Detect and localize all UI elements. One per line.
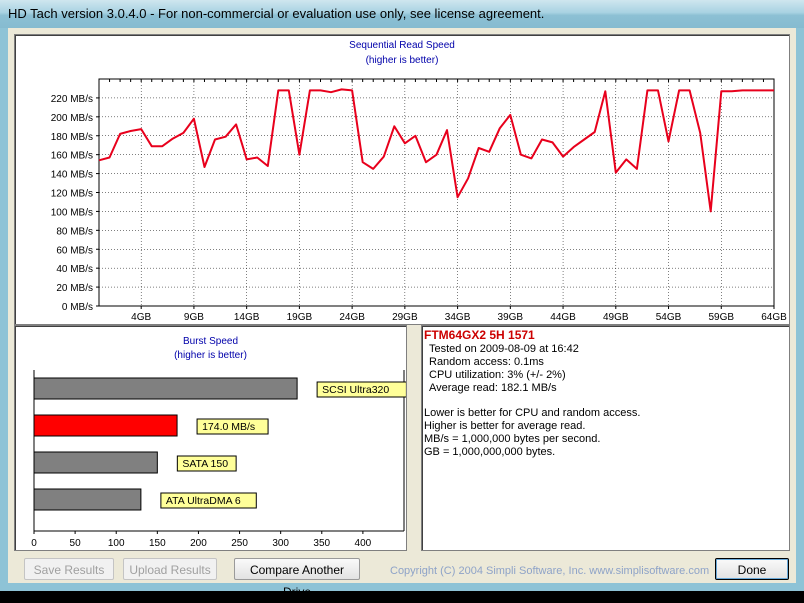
x-tick-label: 14GB [234, 312, 260, 323]
drive-model: FTM64GX2 5H 1571 [424, 328, 535, 342]
results-panel: FTM64GX2 5H 1571 Tested on 2009-08-09 at… [421, 325, 790, 551]
x-tick-label: 4GB [131, 312, 151, 323]
app-window: HD Tach version 3.0.4.0 - For non-commer… [0, 0, 804, 599]
y-tick-label: 20 MB/s [56, 283, 93, 294]
client-area: Sequential Read Speed (higher is better)… [8, 28, 796, 599]
burst-chart: 0 50 100 150 200 250 300 350 400 SCSI Ultra320 174… [31, 370, 406, 549]
y-tick-label: 140 MB/s [51, 170, 93, 181]
note-cpu: Lower is better for CPU and random acces… [424, 407, 641, 419]
x-tick-label: 39GB [498, 312, 524, 323]
burst-bar-label: 174.0 MB/s [202, 421, 255, 433]
y-tick-label: 120 MB/s [51, 189, 93, 200]
burst-x-tick-label: 150 [149, 538, 166, 549]
compare-another-drive-button[interactable]: Compare Another Drive [234, 558, 360, 599]
upload-results-button[interactable]: Upload Results [123, 558, 217, 580]
x-tick-label: 54GB [656, 312, 682, 323]
x-tick-label: 49GB [603, 312, 629, 323]
note-gb: GB = 1,000,000,000 bytes. [424, 446, 556, 458]
burst-x-tick-label: 100 [108, 538, 125, 549]
burst-x-tick-label: 300 [272, 538, 289, 549]
burst-x-tick-label: 0 [31, 538, 37, 549]
save-results-button[interactable]: Save Results [24, 558, 114, 580]
burst-x-tick-label: 50 [70, 538, 82, 549]
random-access-text: Random access: 0.1ms [429, 356, 544, 368]
x-tick-label: 59GB [708, 312, 734, 323]
x-tick-label: 19GB [287, 312, 313, 323]
y-tick-label: 100 MB/s [51, 207, 93, 218]
burst-bar [33, 377, 298, 400]
average-read-text: Average read: 182.1 MB/s [429, 382, 557, 394]
burst-x-tick-label: 400 [355, 538, 372, 549]
y-tick-label: 180 MB/s [51, 132, 93, 143]
burst-bar-label: ATA UltraDMA 6 [166, 495, 241, 507]
y-tick-label: 40 MB/s [56, 264, 93, 275]
x-tick-label: 34GB [445, 312, 471, 323]
cpu-utilization-text: CPU utilization: 3% (+/- 2%) [429, 369, 566, 381]
x-tick-label: 9GB [184, 312, 204, 323]
tested-on-text: Tested on 2009-08-09 at 16:42 [429, 343, 579, 355]
x-tick-label: 44GB [550, 312, 576, 323]
burst-bar-label: SATA 150 [182, 458, 228, 470]
x-tick-label: 24GB [339, 312, 365, 323]
y-tick-label: 200 MB/s [51, 113, 93, 124]
y-tick-label: 220 MB/s [51, 94, 93, 105]
title-bar[interactable]: HD Tach version 3.0.4.0 - For non-commer… [0, 0, 804, 28]
y-tick-label: 60 MB/s [56, 245, 93, 256]
burst-bar [33, 488, 142, 511]
note-mbps: MB/s = 1,000,000 bytes per second. [424, 433, 601, 445]
x-tick-label: 29GB [392, 312, 418, 323]
burst-bar [33, 414, 178, 437]
x-tick-label: 64GB [761, 312, 787, 323]
y-tick-label: 0 MB/s [62, 302, 93, 313]
y-tick-label: 160 MB/s [51, 151, 93, 162]
burst-x-tick-label: 350 [313, 538, 330, 549]
window-title: HD Tach version 3.0.4.0 - For non-commer… [8, 6, 545, 21]
burst-chart-panel: Burst Speed (higher is better) 0 50 100 150… [14, 325, 407, 551]
sequential-chart: 0 MB/s 20 MB/s 40 MB/s 60 MB/s 80 MB/s 100 MB… [51, 78, 787, 323]
burst-x-tick-label: 250 [231, 538, 248, 549]
burst-x-tick-label: 200 [190, 538, 207, 549]
burst-bar [33, 451, 158, 474]
copyright-link[interactable]: Copyright (C) 2004 Simpli Software, Inc.… [390, 565, 709, 577]
burst-bar-label: SCSI Ultra320 [322, 384, 389, 396]
sequential-chart-panel: Sequential Read Speed (higher is better)… [14, 34, 790, 325]
y-tick-label: 80 MB/s [56, 226, 93, 237]
note-average-read: Higher is better for average read. [424, 420, 586, 432]
done-button[interactable]: Done [715, 558, 789, 580]
